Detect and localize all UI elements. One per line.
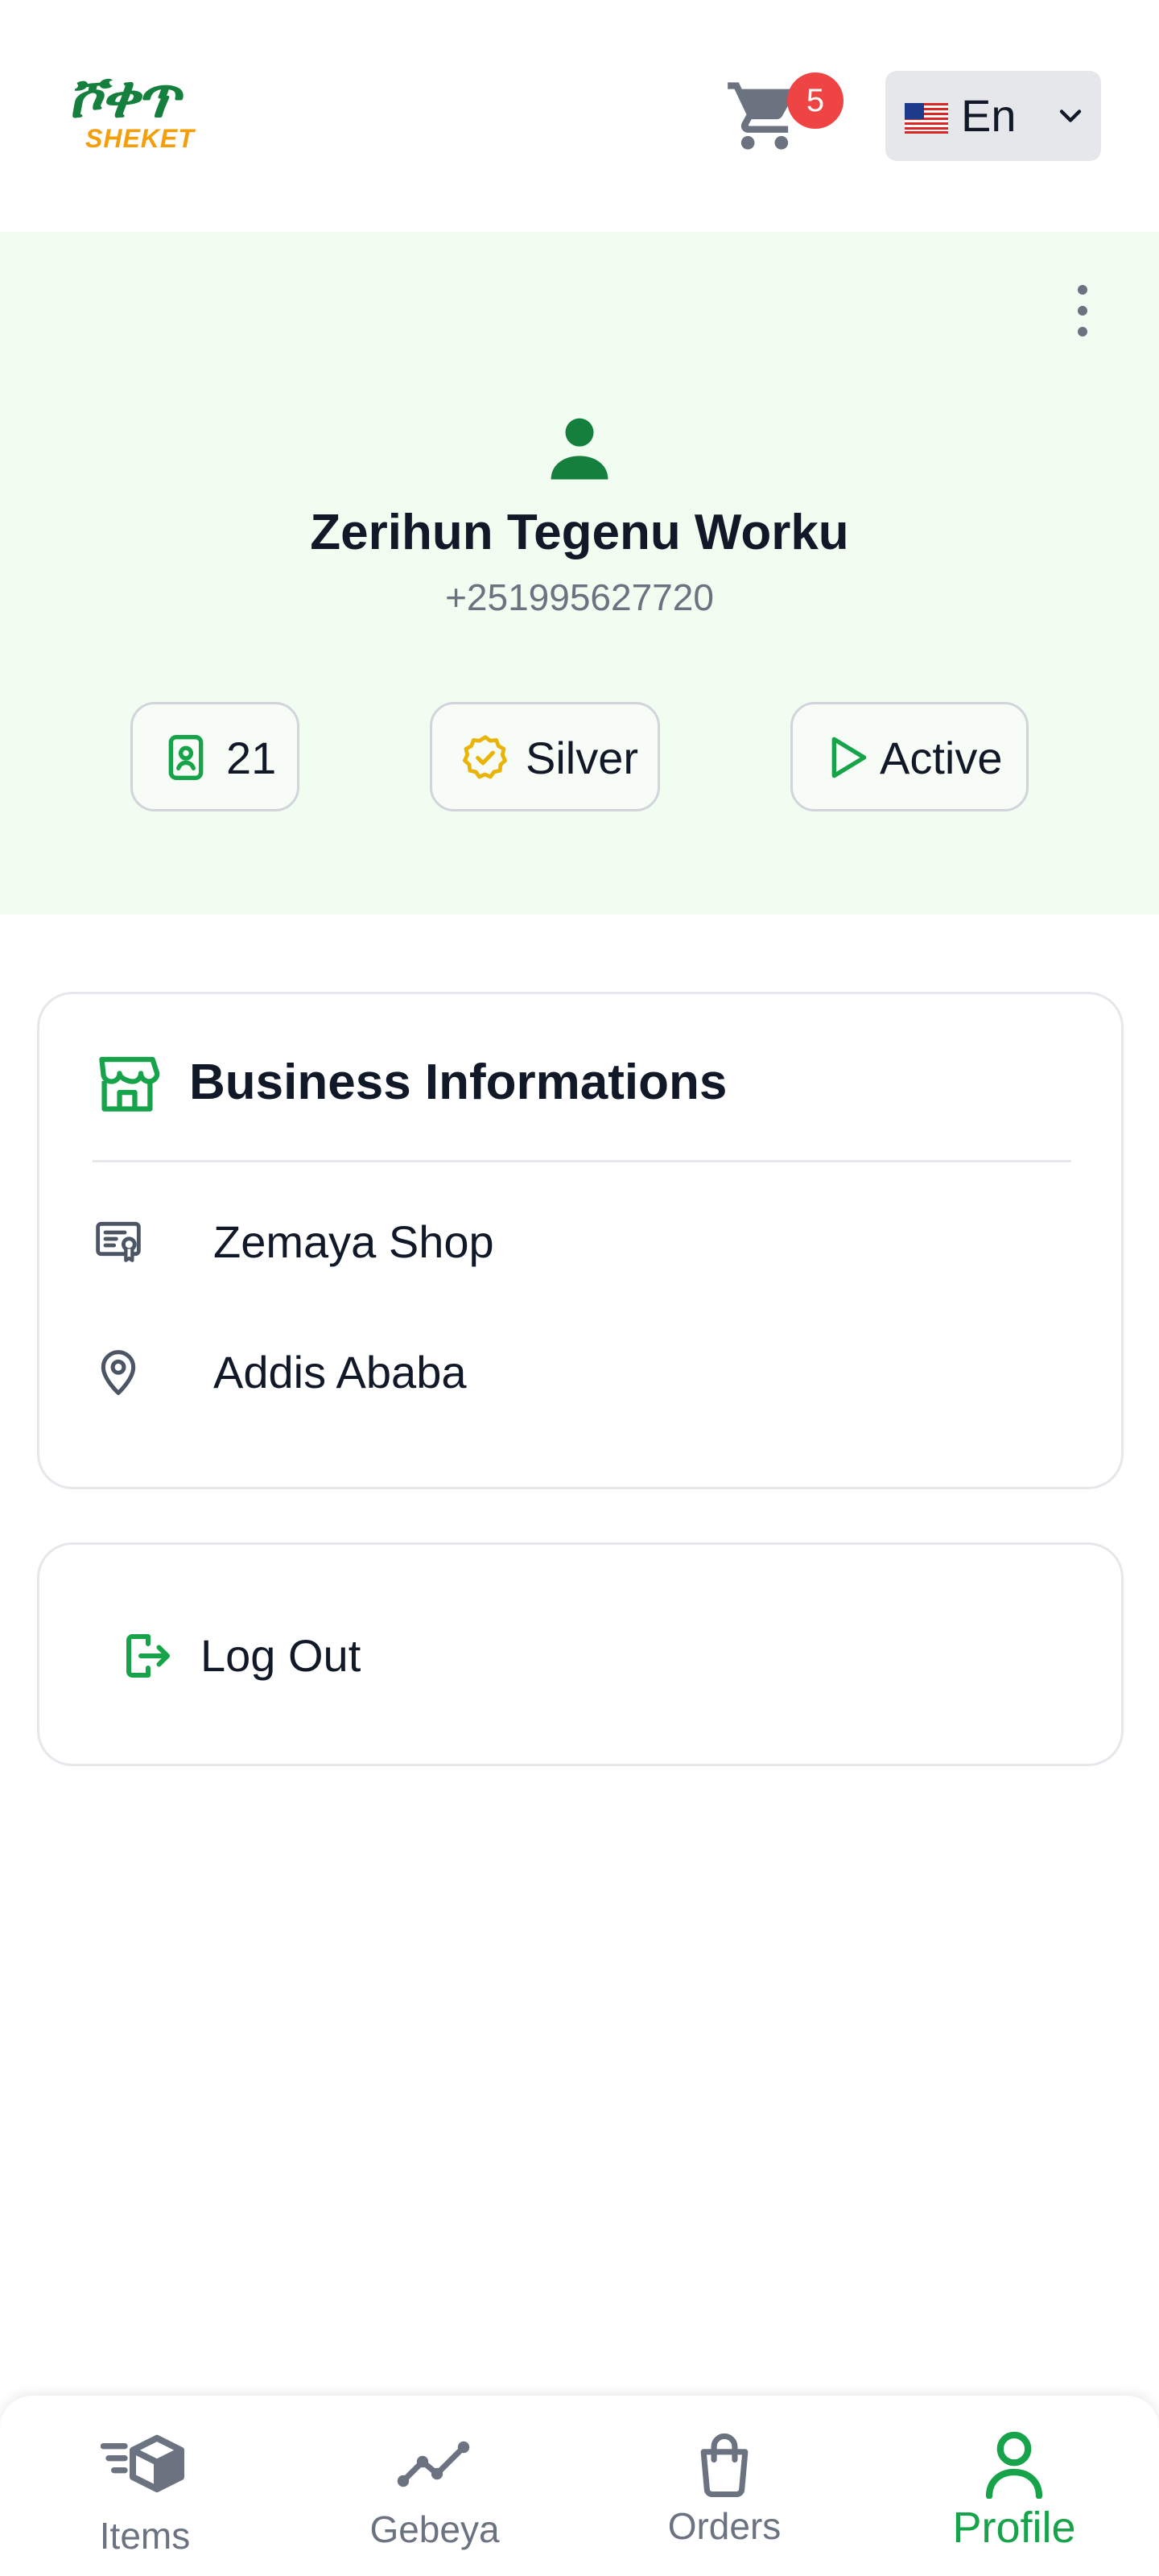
language-selector[interactable]: En xyxy=(885,71,1101,161)
certificate-icon xyxy=(96,1221,141,1262)
id-badge-icon xyxy=(168,735,204,780)
logout-button[interactable]: Log Out xyxy=(37,1542,1124,1766)
divider xyxy=(93,1160,1071,1162)
nav-profile[interactable]: Profile xyxy=(893,2396,1135,2576)
shop-name-row: Zemaya Shop xyxy=(93,1210,1058,1274)
map-pin-icon xyxy=(101,1350,136,1395)
business-info-card: Business Informations Zemaya Shop Addis … xyxy=(37,992,1124,1489)
logo-amharic-text: ሾቀጥ xyxy=(68,63,180,130)
us-flag-icon xyxy=(905,103,948,134)
count-chip: 21 xyxy=(130,702,299,811)
more-vertical-icon-dot xyxy=(1078,327,1087,336)
nav-items-label: Items xyxy=(99,2515,191,2557)
user-outline-icon xyxy=(985,2431,1043,2499)
status-value: Active xyxy=(880,733,1003,783)
tier-value: Silver xyxy=(526,733,639,783)
language-label: En xyxy=(961,90,1017,141)
nav-gebeya-label: Gebeya xyxy=(369,2508,500,2550)
tier-chip: Silver xyxy=(430,702,660,811)
user-full-name: Zerihun Tegenu Worku xyxy=(310,505,849,560)
items-box-icon xyxy=(101,2434,184,2492)
user-icon xyxy=(551,418,608,480)
logout-label: Log Out xyxy=(200,1630,361,1681)
sheket-logo: ሾቀጥ SHEKET xyxy=(68,64,237,155)
chevron-down-icon xyxy=(1059,109,1082,122)
cart-button[interactable]: 5 xyxy=(724,68,853,164)
city-row: Addis Ababa xyxy=(93,1340,1058,1405)
city-name: Addis Ababa xyxy=(213,1347,467,1397)
store-icon xyxy=(99,1056,160,1112)
nav-gebeya[interactable]: Gebeya xyxy=(314,2396,555,2576)
more-vertical-icon xyxy=(1078,285,1087,295)
verified-badge-icon xyxy=(463,735,507,779)
app-header: ሾቀጥ SHEKET 5 En xyxy=(0,0,1159,232)
nav-orders-label: Orders xyxy=(667,2505,782,2547)
nav-items[interactable]: Items xyxy=(24,2396,266,2576)
business-info-title: Business Informations xyxy=(189,1055,728,1110)
cart-count-badge: 5 xyxy=(787,72,843,129)
nav-orders[interactable]: Orders xyxy=(604,2396,845,2576)
user-phone-number: +251995627720 xyxy=(445,576,714,618)
status-chip: Active xyxy=(790,702,1029,811)
trend-line-icon xyxy=(397,2441,470,2487)
logout-icon xyxy=(126,1634,170,1678)
shopping-bag-icon xyxy=(700,2433,749,2498)
profile-banner: Zerihun Tegenu Worku +251995627720 21 Si… xyxy=(0,232,1159,914)
logo-latin-text: SHEKET xyxy=(85,124,195,153)
count-value: 21 xyxy=(226,733,277,783)
more-options-button[interactable] xyxy=(1062,279,1103,343)
play-icon xyxy=(831,737,867,778)
bottom-navigation: Items Gebeya Orders Profile xyxy=(0,2396,1159,2576)
shop-name: Zemaya Shop xyxy=(213,1216,494,1267)
nav-profile-label: Profile xyxy=(952,2504,1076,2552)
more-vertical-icon-dot xyxy=(1078,306,1087,316)
